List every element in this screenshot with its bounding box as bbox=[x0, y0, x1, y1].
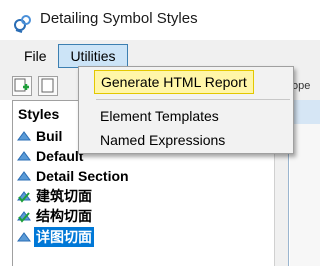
style-check-icon bbox=[17, 191, 31, 203]
tree-item-label: 建筑切面 bbox=[36, 188, 92, 204]
properties-header-band bbox=[290, 100, 320, 124]
menu-utilities[interactable]: Utilities bbox=[58, 44, 128, 68]
menu-file[interactable]: File bbox=[18, 44, 53, 68]
add-style-button[interactable] bbox=[12, 76, 32, 96]
properties-label: ope bbox=[292, 80, 311, 92]
add-style-icon bbox=[14, 78, 29, 92]
app-icon bbox=[14, 15, 31, 33]
menu-separator bbox=[96, 99, 290, 100]
styles-header: Styles bbox=[18, 106, 60, 122]
tree-item-selected[interactable]: 详图切面 bbox=[16, 227, 94, 247]
style-node-icon bbox=[17, 232, 31, 242]
menu-item-element-templates[interactable]: Element Templates bbox=[94, 104, 225, 128]
tree-item-label: Detail Section bbox=[36, 168, 129, 184]
style-node-icon bbox=[17, 131, 31, 141]
tree-item-label: 详图切面 bbox=[34, 227, 94, 247]
menu-item-named-expressions[interactable]: Named Expressions bbox=[94, 128, 231, 152]
tree-item-label: 结构切面 bbox=[36, 208, 92, 224]
properties-panel bbox=[290, 124, 320, 266]
style-node-icon bbox=[17, 151, 31, 161]
tree-item[interactable]: Buil bbox=[16, 126, 64, 146]
tree-item[interactable]: Detail Section bbox=[16, 166, 131, 186]
window-title: Detailing Symbol Styles bbox=[40, 10, 198, 27]
style-check-icon bbox=[17, 211, 31, 223]
document-icon bbox=[41, 78, 54, 93]
tree-item[interactable]: Default bbox=[16, 146, 85, 166]
tree-item[interactable]: 建筑切面 bbox=[16, 186, 94, 206]
menu-gutter bbox=[79, 67, 93, 153]
tree-item[interactable]: 结构切面 bbox=[16, 206, 94, 226]
tree-item-label: Buil bbox=[36, 128, 63, 144]
menu-item-generate-html-report[interactable]: Generate HTML Report bbox=[94, 70, 254, 94]
style-node-icon bbox=[17, 171, 31, 181]
toolbar-button[interactable] bbox=[38, 76, 58, 96]
